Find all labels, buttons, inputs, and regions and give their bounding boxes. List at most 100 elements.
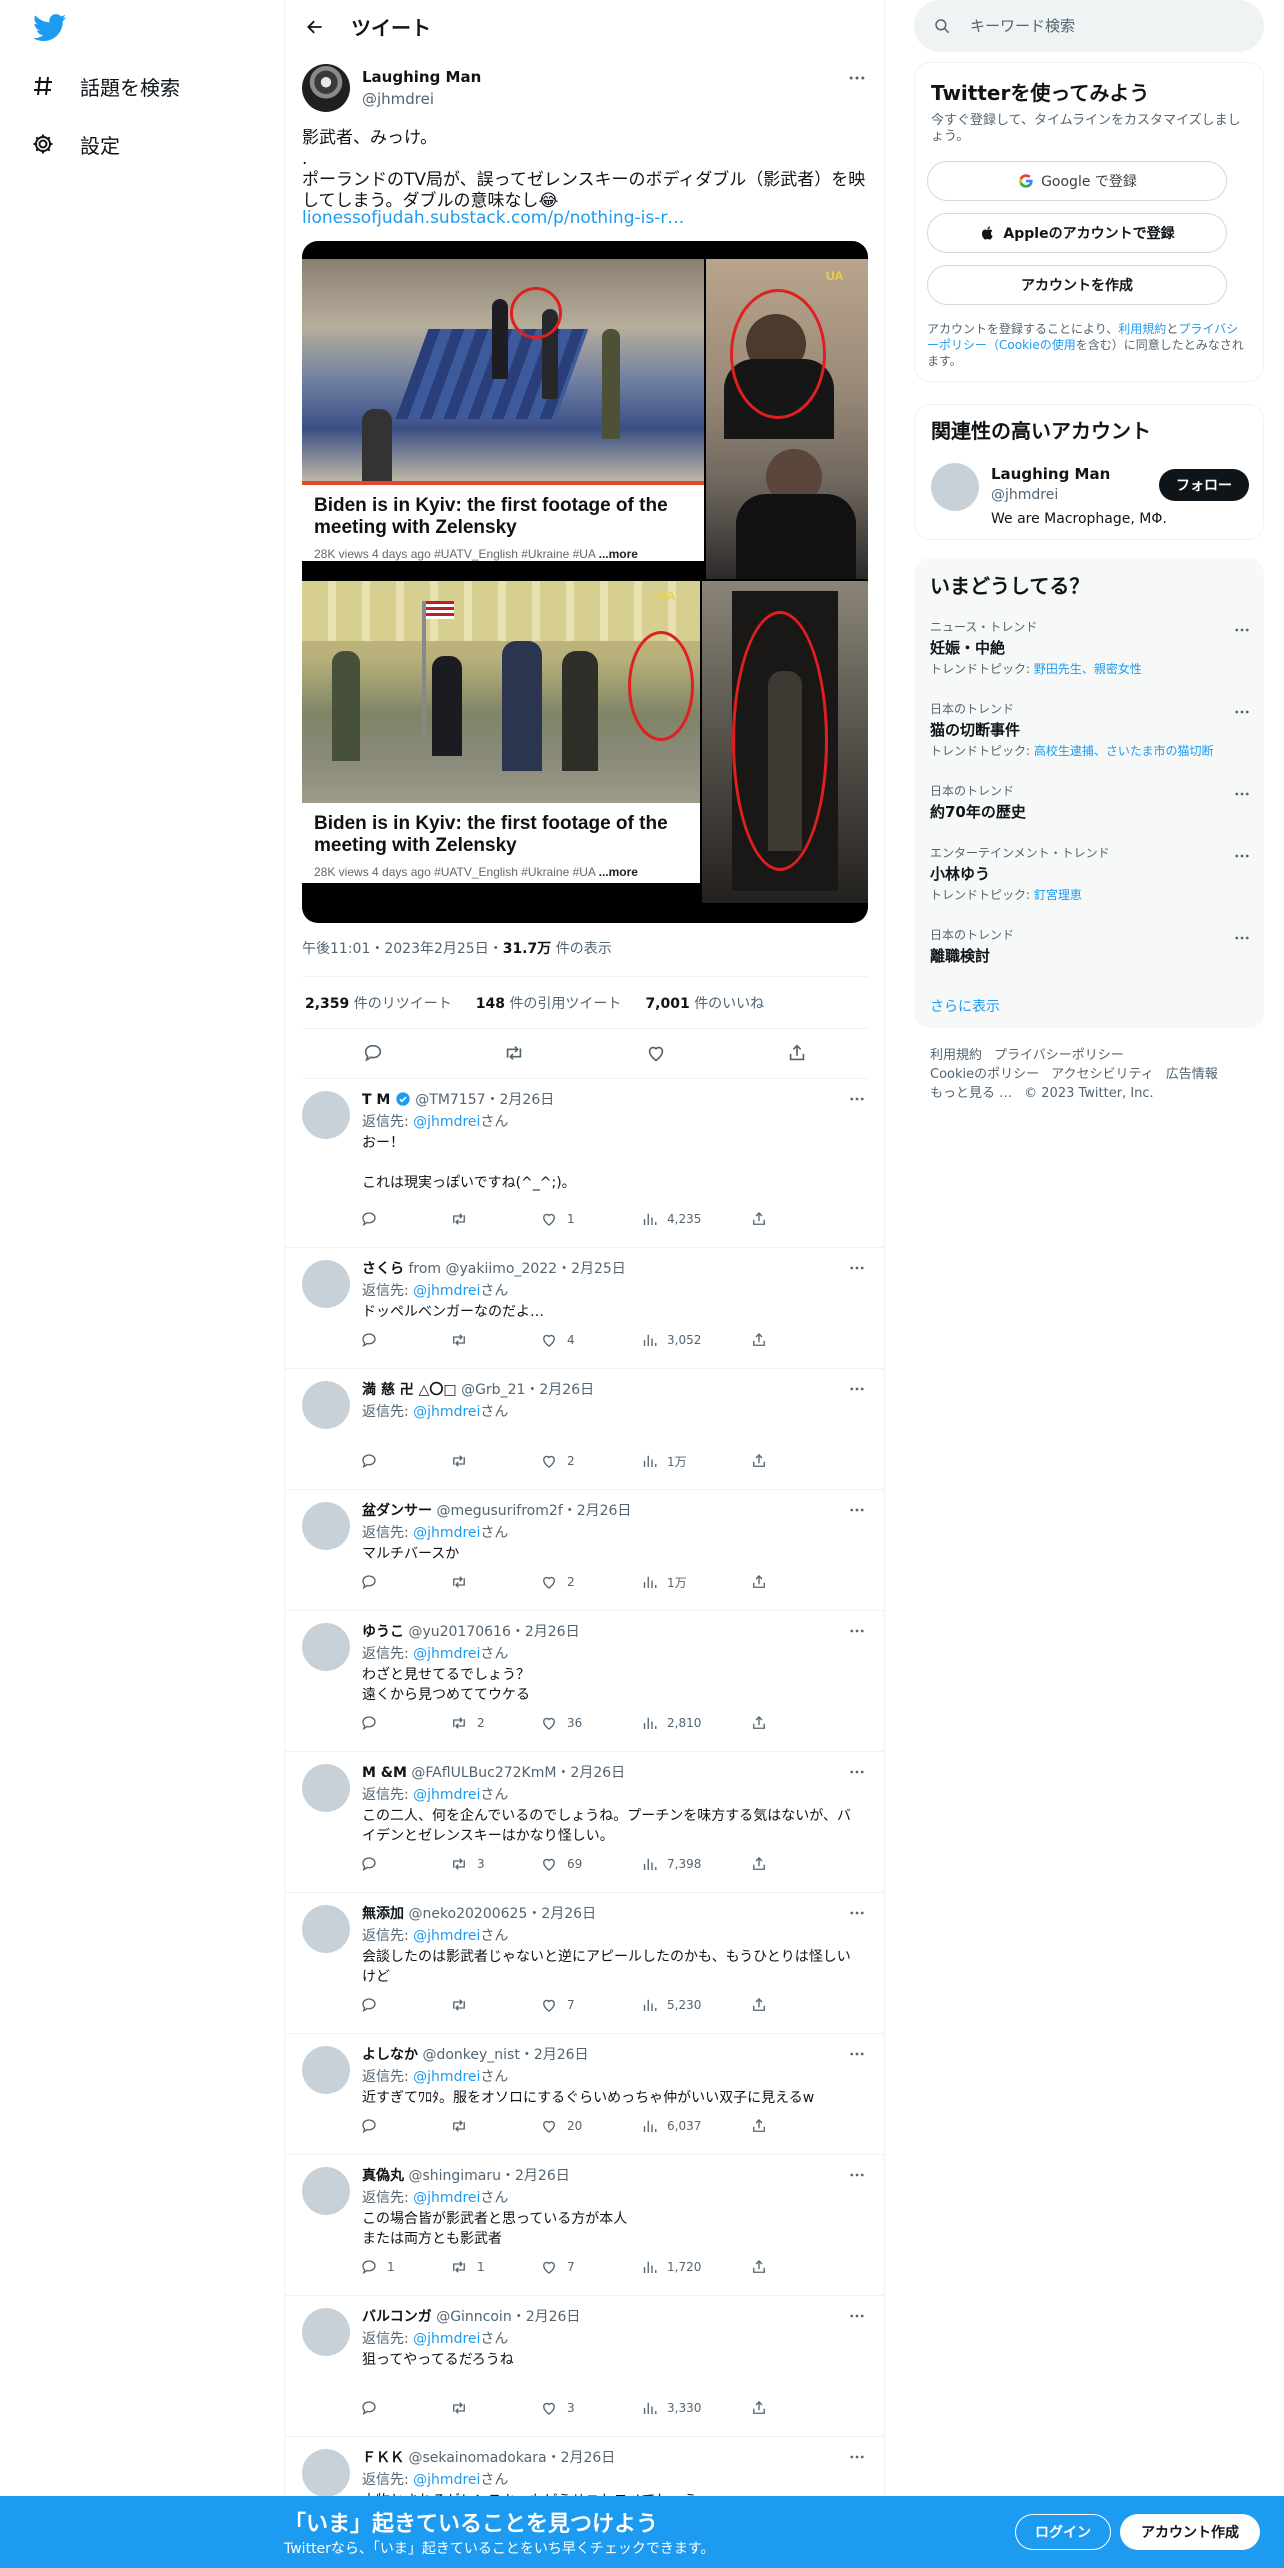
reply-button[interactable] [357,1449,387,1473]
trend-item[interactable]: ニュース・トレンド 妊娠・中絶 トレンドトピック: 野田先生、親密女性 [930,618,1250,677]
more-options-icon[interactable] [845,1256,869,1280]
reply-item[interactable]: ゆうこ @yu20170616・2月26日 返信先: @jhmdreiさん わざと見… [285,1611,885,1752]
more-options-icon[interactable] [1230,926,1254,950]
more-options-icon[interactable] [1230,618,1254,642]
reply-to-handle[interactable]: @jhmdrei [413,1283,480,1299]
show-more-link[interactable]: さらに表示 [930,996,1000,1016]
like-button[interactable]: 20 [537,2114,582,2138]
reply-avatar[interactable] [302,2046,350,2094]
views-button[interactable]: 1万 [637,1449,687,1473]
reply-icon[interactable] [355,1035,391,1071]
reply-to-handle[interactable]: @jhmdrei [413,1646,480,1662]
trend-item[interactable]: エンターテインメント・トレンド 小林ゆう トレンドトピック: 釘宮理恵 [930,844,1250,903]
author-handle[interactable]: @jhmdrei [362,90,434,108]
reply-author-name[interactable]: よしなか [362,2047,418,2063]
footer-link[interactable]: Cookieのポリシー [930,1067,1039,1082]
more-options-icon[interactable] [845,2445,869,2469]
reply-item[interactable]: 盆ダンサー @megusurifrom2f・2月26日 返信先: @jhmdrei… [285,1490,885,1611]
like-button[interactable]: 3 [537,2396,575,2420]
reply-avatar[interactable] [302,1381,350,1429]
reply-author-name[interactable]: M &M [362,1765,407,1781]
reply-handle-date[interactable]: @neko20200625・2月26日 [408,1906,596,1922]
footer-link[interactable]: 利用規約 [930,1048,982,1063]
reply-avatar[interactable] [302,2308,350,2356]
reply-item[interactable]: さくら from @yakiimo_2022・2月25日 返信先: @jhmdre… [285,1248,885,1369]
views-button[interactable]: 6,037 [637,2114,701,2138]
reply-handle-date[interactable]: @FAflULBuc272KmM・2月26日 [411,1765,625,1781]
reply-item[interactable]: T M @TM7157・2月26日 返信先: @jhmdreiさん おー！ これは現… [285,1079,885,1248]
share-button[interactable] [747,1449,771,1473]
share-button[interactable] [747,2255,771,2279]
more-options-icon[interactable] [845,2163,869,2187]
reply-handle-date[interactable]: from @yakiimo_2022・2月25日 [408,1261,625,1277]
reply-handle-date[interactable]: @Ginncoin・2月26日 [436,2309,580,2325]
reply-item[interactable]: M &M @FAflULBuc272KmM・2月26日 返信先: @jhmdrei… [285,1752,885,1893]
reply-button[interactable] [357,1711,387,1735]
quotes-stat[interactable]: 148 件の引用ツイート [476,993,622,1013]
retweet-button[interactable] [447,1207,477,1231]
more-options-icon[interactable] [845,2042,869,2066]
more-options-icon[interactable] [845,1087,869,1111]
reply-avatar[interactable] [302,1764,350,1812]
reply-avatar[interactable] [302,1502,350,1550]
retweet-button[interactable] [447,1993,477,2017]
retweet-button[interactable] [447,2114,477,2138]
reply-author-name[interactable]: 無添加 [362,1906,404,1922]
views-button[interactable]: 7,398 [637,1852,701,1876]
tweet-media[interactable]: Biden is in Kyiv: the first footage of t… [302,241,868,923]
reply-button[interactable] [357,1328,387,1352]
author-name[interactable]: Laughing Man [362,68,481,86]
follow-button[interactable]: フォロー [1159,469,1249,501]
reply-avatar[interactable] [302,1091,350,1139]
create-account-button[interactable]: アカウントを作成 [927,265,1227,305]
reply-avatar[interactable] [302,1260,350,1308]
reply-item[interactable]: 無添加 @neko20200625・2月26日 返信先: @jhmdreiさん 会談… [285,1893,885,2034]
nav-settings[interactable]: 設定 [30,126,120,162]
like-button[interactable]: 2 [537,1449,575,1473]
retweet-icon[interactable] [496,1035,532,1071]
trend-item[interactable]: 日本のトレンド 離職検討 [930,926,1250,966]
share-button[interactable] [747,1852,771,1876]
google-signup-button[interactable]: Google で登録 [927,161,1227,201]
trend-item[interactable]: 日本のトレンド 約70年の歴史 [930,782,1250,822]
footer-link[interactable]: 広告情報 [1166,1067,1218,1082]
reply-handle-date[interactable]: @shingimaru・2月26日 [408,2168,569,2184]
like-icon[interactable] [638,1035,674,1071]
author-avatar[interactable] [302,64,350,112]
back-arrow-icon[interactable] [297,9,333,45]
reply-handle-date[interactable]: @donkey_nist・2月26日 [422,2047,588,2063]
reply-author-name[interactable]: 真偽丸 [362,2168,404,2184]
reply-to-handle[interactable]: @jhmdrei [413,1404,480,1420]
reply-handle-date[interactable]: @sekainomadokara・2月26日 [408,2450,615,2466]
like-button[interactable]: 36 [537,1711,582,1735]
like-button[interactable]: 2 [537,1570,575,1594]
share-button[interactable] [747,2396,771,2420]
reply-item[interactable]: 満 慈 卍 △〇□ @Grb_21・2月26日 返信先: @jhmdreiさん 2 1… [285,1369,885,1490]
nav-explore[interactable]: 話題を検索 [30,68,180,104]
reply-button[interactable] [357,1570,387,1594]
related-name[interactable]: Laughing Man [991,465,1110,483]
apple-signup-button[interactable]: Appleのアカウントで登録 [927,213,1227,253]
retweet-button[interactable]: 2 [447,1711,485,1735]
footer-link[interactable]: もっと見る … [930,1086,1012,1101]
footer-link[interactable]: アクセシビリティ [1051,1067,1154,1082]
reply-to-handle[interactable]: @jhmdrei [413,2472,480,2488]
reply-item[interactable]: バルコンガ @Ginncoin・2月26日 返信先: @jhmdreiさん 狙ってや… [285,2296,885,2437]
reply-button[interactable] [357,2396,387,2420]
reply-avatar[interactable] [302,2167,350,2215]
reply-item[interactable]: 真偽丸 @shingimaru・2月26日 返信先: @jhmdreiさん この場合… [285,2155,885,2296]
like-button[interactable]: 4 [537,1328,575,1352]
trend-topic-link[interactable]: 釘宮理恵 [1034,888,1082,902]
tweet-time[interactable]: 午後11:01・2023年2月25日・ [302,941,503,957]
retweet-button[interactable] [447,2396,477,2420]
reply-handle-date[interactable]: @megusurifrom2f・2月26日 [436,1503,631,1519]
search-input[interactable] [970,17,1250,35]
related-avatar[interactable] [931,463,979,511]
reply-author-name[interactable]: ゆうこ [362,1624,404,1640]
more-options-icon[interactable] [845,1619,869,1643]
views-button[interactable]: 3,330 [637,2396,701,2420]
reply-to-handle[interactable]: @jhmdrei [413,1114,480,1130]
share-button[interactable] [747,1328,771,1352]
trend-item[interactable]: 日本のトレンド 猫の切断事件 トレンドトピック: 高校生逮捕、さいたま市の猫切断 [930,700,1250,759]
more-options-icon[interactable] [845,2304,869,2328]
